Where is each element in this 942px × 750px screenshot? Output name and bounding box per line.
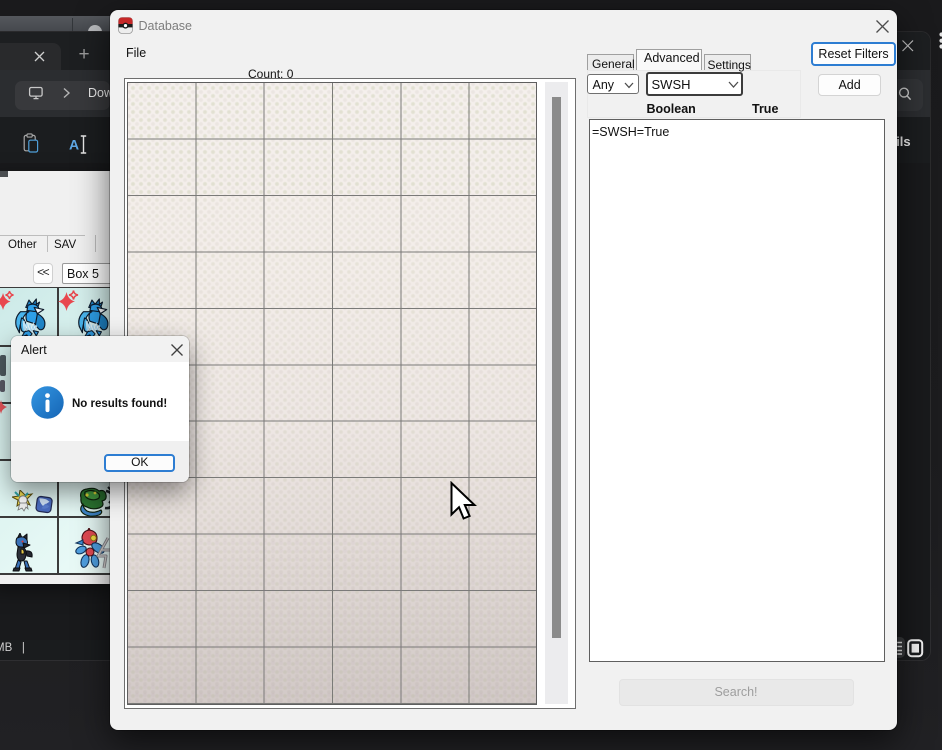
svg-text:A: A bbox=[69, 137, 79, 153]
